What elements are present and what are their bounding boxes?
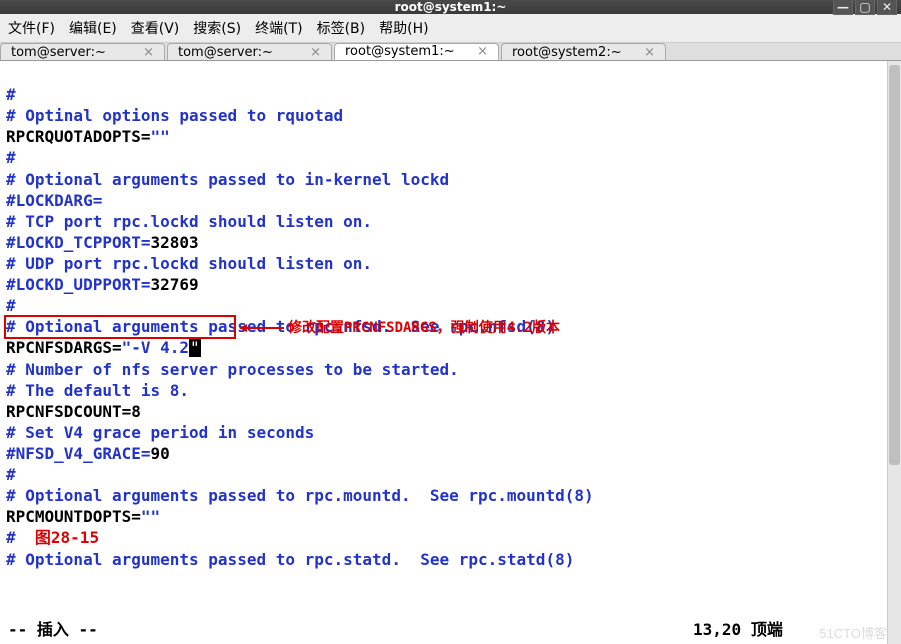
menu-tabs[interactable]: 标签(B) <box>317 18 366 38</box>
line: # <box>6 465 16 484</box>
close-icon[interactable]: × <box>300 45 321 60</box>
var: RPCMOUNTDOPTS= <box>6 507 141 526</box>
val: "-V 4.2 <box>122 338 189 357</box>
line: # Optinal options passed to rquotad <box>6 106 343 125</box>
tab-tom-server-1[interactable]: tom@server:~ × <box>0 43 165 60</box>
status-spacer <box>98 616 693 640</box>
menu-terminal[interactable]: 终端(T) <box>255 18 302 38</box>
line: # UDP port rpc.lockd should listen on. <box>6 254 372 273</box>
annotation-arrow: 修改配置PRCNFSDARGS，强制使用4.2版本 <box>240 319 560 337</box>
tab-label: tom@server:~ <box>11 45 106 60</box>
line: # Optional arguments passed to rpc.statd… <box>6 550 574 569</box>
window-title: root@system1:~ <box>395 0 507 14</box>
line: # Set V4 grace period in seconds <box>6 423 314 442</box>
window-buttons: — ▢ ✕ <box>833 0 897 15</box>
annotation-text: 修改配置PRCNFSDARGS，强制使用4.2版本 <box>288 319 560 337</box>
val: "" <box>141 507 160 526</box>
line: #LOCKDARG= <box>6 191 102 210</box>
terminal-content[interactable]: # # Optinal options passed to rquotad RP… <box>0 61 901 614</box>
line: # Optional arguments passed to rpc.mount… <box>6 486 594 505</box>
minimize-button[interactable]: — <box>833 0 853 15</box>
var: #LOCKD_UDPPORT= <box>6 275 151 294</box>
line: # <box>6 528 16 547</box>
menu-bar: 文件(F) 编辑(E) 查看(V) 搜索(S) 终端(T) 标签(B) 帮助(H… <box>0 14 901 43</box>
vim-mode: -- 插入 -- <box>8 616 98 640</box>
line: # <box>6 148 16 167</box>
arrow-icon <box>240 327 284 329</box>
terminal-pane: # # Optinal options passed to rquotad RP… <box>0 61 901 644</box>
menu-search[interactable]: 搜索(S) <box>193 18 241 38</box>
var: #NFSD_V4_GRACE= <box>6 444 151 463</box>
maximize-button[interactable]: ▢ <box>855 0 875 15</box>
scrollbar[interactable] <box>887 61 901 644</box>
window-titlebar: root@system1:~ — ▢ ✕ <box>0 0 901 14</box>
var: RPCNFSDCOUNT= <box>6 402 131 421</box>
scroll-thumb[interactable] <box>889 65 900 465</box>
tab-root-system1[interactable]: root@system1:~ × <box>334 43 499 60</box>
tab-bar: tom@server:~ × tom@server:~ × root@syste… <box>0 43 901 61</box>
line: # <box>6 296 16 315</box>
val: 32803 <box>151 233 199 252</box>
line: # The default is 8. <box>6 381 189 400</box>
val: 32769 <box>151 275 199 294</box>
close-icon[interactable]: × <box>634 45 655 60</box>
close-icon[interactable]: × <box>133 45 154 60</box>
val: 90 <box>151 444 170 463</box>
figure-label: 图28-15 <box>35 528 99 547</box>
var: RPCRQUOTADOPTS= <box>6 127 151 146</box>
tab-label: root@system2:~ <box>512 45 622 60</box>
val: 8 <box>131 402 141 421</box>
menu-help[interactable]: 帮助(H) <box>379 18 428 38</box>
tab-root-system2[interactable]: root@system2:~ × <box>501 43 666 60</box>
menu-file[interactable]: 文件(F) <box>8 18 55 38</box>
line: # <box>6 85 16 104</box>
cursor: " <box>189 338 201 357</box>
var: #LOCKD_TCPPORT= <box>6 233 151 252</box>
line: # Number of nfs server processes to be s… <box>6 360 459 379</box>
menu-edit[interactable]: 编辑(E) <box>69 18 117 38</box>
close-button[interactable]: ✕ <box>877 0 897 15</box>
var: RPCNFSDARGS= <box>6 338 122 357</box>
line: # Optional arguments passed to in-kernel… <box>6 170 449 189</box>
val: "" <box>151 127 170 146</box>
tab-label: tom@server:~ <box>178 45 273 60</box>
menu-view[interactable]: 查看(V) <box>131 18 180 38</box>
tab-tom-server-2[interactable]: tom@server:~ × <box>167 43 332 60</box>
tab-label: root@system1:~ <box>345 44 455 59</box>
vim-statusbar: -- 插入 -- 13,20 顶端 <box>0 614 901 644</box>
close-icon[interactable]: × <box>467 44 488 59</box>
line: # TCP port rpc.lockd should listen on. <box>6 212 372 231</box>
